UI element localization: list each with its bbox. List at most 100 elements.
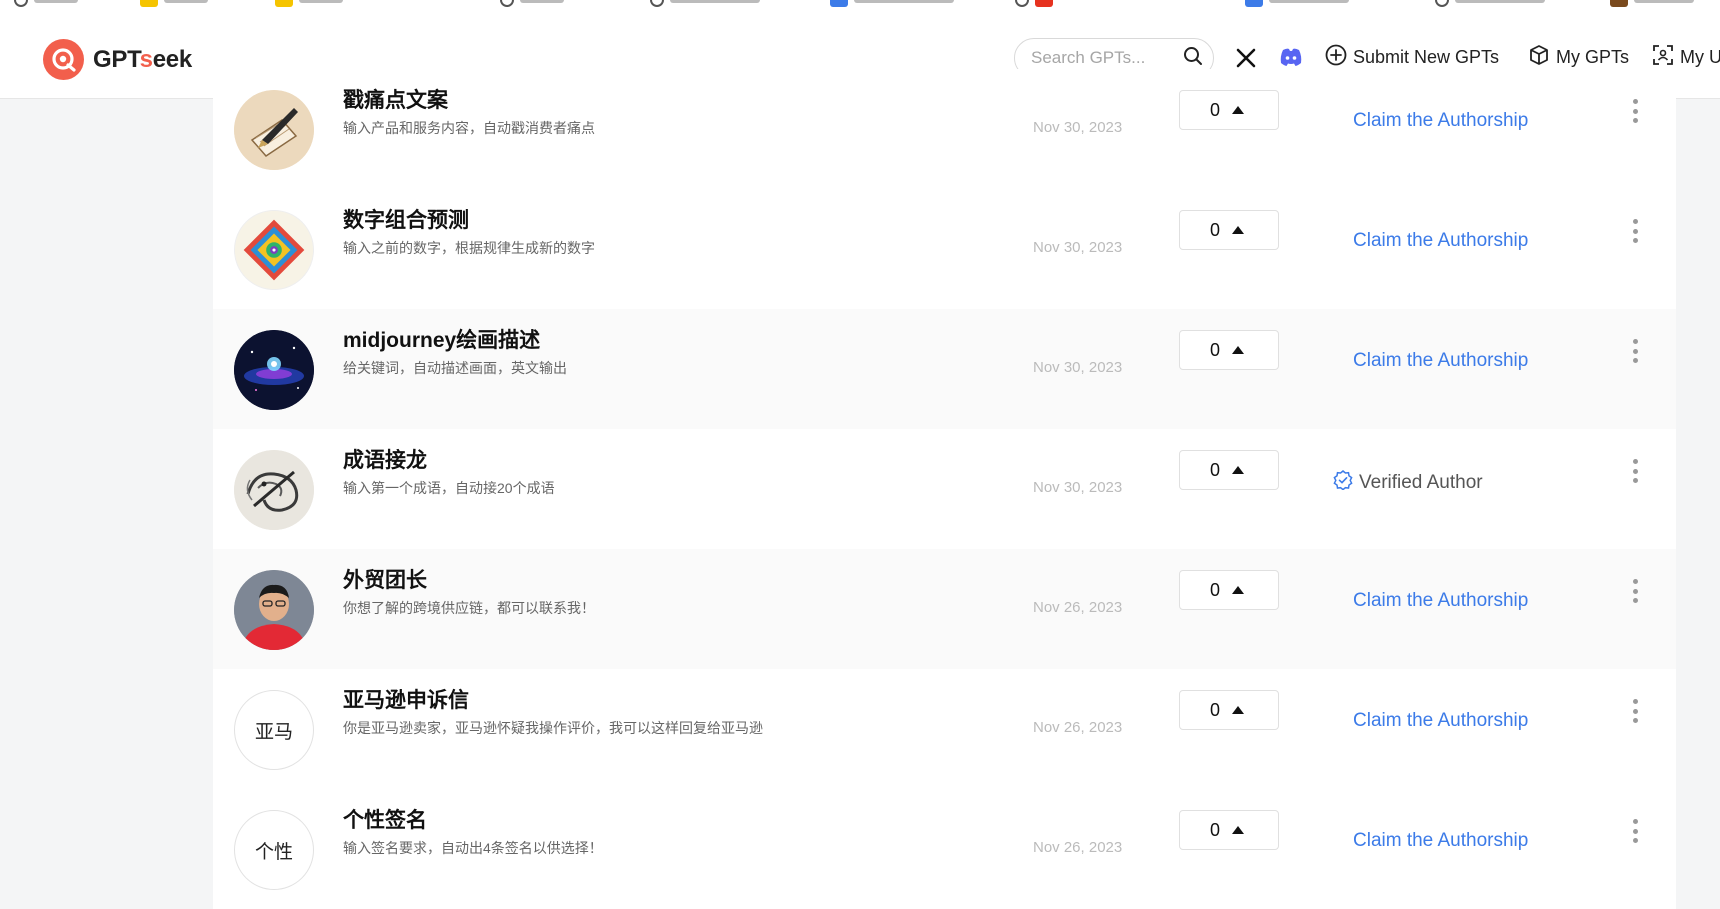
gpt-avatar[interactable] bbox=[234, 90, 314, 170]
bookmark-favicon-icon bbox=[830, 0, 848, 7]
cosmic-space-image bbox=[234, 330, 314, 410]
more-options-icon[interactable] bbox=[1625, 699, 1645, 723]
gpt-avatar[interactable] bbox=[234, 450, 314, 530]
pen-and-paper-image bbox=[234, 90, 314, 170]
more-options-icon[interactable] bbox=[1625, 339, 1645, 363]
triangle-up-icon bbox=[1232, 701, 1245, 719]
bookmark-item[interactable] bbox=[14, 0, 78, 8]
avatar-initials: 个性 bbox=[254, 841, 293, 863]
claim-authorship-link[interactable]: Claim the Authorship bbox=[1353, 590, 1528, 612]
vote-count: 0 bbox=[1210, 99, 1221, 120]
triangle-up-icon bbox=[1232, 461, 1245, 479]
gpt-description: 给关键词，自动描述画面，英文输出 bbox=[343, 360, 567, 376]
bookmark-favicon-icon bbox=[1245, 0, 1263, 7]
logo[interactable]: GPTseek bbox=[43, 39, 192, 80]
gpt-title[interactable]: 外贸团长 bbox=[343, 564, 427, 594]
gpt-description: 输入之前的数字，根据规律生成新的数字 bbox=[343, 240, 595, 256]
upvote-button[interactable]: 0 bbox=[1179, 690, 1279, 730]
search-input[interactable] bbox=[1029, 47, 1183, 69]
my-u-label: My U bbox=[1680, 47, 1720, 67]
bookmark-item[interactable] bbox=[1245, 0, 1349, 8]
gpt-description: 输入产品和服务内容，自动戳消费者痛点 bbox=[343, 120, 595, 136]
vote-count: 0 bbox=[1210, 459, 1221, 480]
verified-badge-icon bbox=[1333, 470, 1353, 496]
gpt-avatar[interactable]: 个性 bbox=[234, 810, 314, 890]
gpt-date: Nov 30, 2023 bbox=[1033, 239, 1123, 256]
upvote-button[interactable]: 0 bbox=[1179, 90, 1279, 130]
gpt-row: 外贸团长 你想了解的跨境供应链，都可以联系我！ Nov 26, 2023 0 C… bbox=[213, 549, 1676, 669]
bookmark-item[interactable] bbox=[1610, 0, 1694, 8]
gpt-title[interactable]: 个性签名 bbox=[343, 804, 427, 834]
globe-icon bbox=[14, 0, 28, 7]
plus-circle-icon bbox=[1325, 44, 1347, 71]
upvote-button[interactable]: 0 bbox=[1179, 450, 1279, 490]
bookmarks-bar bbox=[0, 0, 1720, 19]
gpt-avatar[interactable] bbox=[234, 330, 314, 410]
claim-authorship-link[interactable]: Claim the Authorship bbox=[1353, 830, 1528, 852]
gpt-title[interactable]: 戳痛点文案 bbox=[343, 84, 448, 114]
bookmark-item[interactable] bbox=[500, 0, 564, 8]
gpt-avatar[interactable]: 亚马 bbox=[234, 690, 314, 770]
search-icon[interactable] bbox=[1183, 46, 1203, 71]
gpt-title[interactable]: 成语接龙 bbox=[343, 444, 427, 474]
claim-authorship-link[interactable]: Claim the Authorship bbox=[1353, 350, 1528, 372]
vote-count: 0 bbox=[1210, 699, 1221, 720]
my-gpts-link[interactable]: My GPTs bbox=[1528, 44, 1629, 71]
gpt-row: 个性 个性签名 输入签名要求，自动出4条签名以供选择！ Nov 26, 2023… bbox=[213, 789, 1676, 909]
vote-count: 0 bbox=[1210, 339, 1221, 360]
gpt-title[interactable]: 亚马逊申诉信 bbox=[343, 684, 469, 714]
bookmark-item[interactable] bbox=[275, 0, 343, 8]
gpt-avatar[interactable] bbox=[234, 210, 314, 290]
claim-authorship-link[interactable]: Claim the Authorship bbox=[1353, 230, 1528, 252]
claim-authorship-link[interactable]: Claim the Authorship bbox=[1353, 710, 1528, 732]
globe-icon bbox=[1015, 0, 1029, 7]
gpt-description: 你想了解的跨境供应链，都可以联系我！ bbox=[343, 600, 595, 616]
upvote-button[interactable]: 0 bbox=[1179, 810, 1279, 850]
submit-new-gpts-link[interactable]: Submit New GPTs bbox=[1325, 44, 1499, 71]
gpt-row: 数字组合预测 输入之前的数字，根据规律生成新的数字 Nov 30, 2023 0… bbox=[213, 189, 1676, 309]
verified-author-label: Verified Author bbox=[1359, 472, 1483, 493]
gpt-date: Nov 30, 2023 bbox=[1033, 359, 1123, 376]
vote-count: 0 bbox=[1210, 579, 1221, 600]
more-options-icon[interactable] bbox=[1625, 459, 1645, 483]
claim-authorship-link[interactable]: Claim the Authorship bbox=[1353, 110, 1528, 132]
upvote-button[interactable]: 0 bbox=[1179, 330, 1279, 370]
triangle-up-icon bbox=[1232, 341, 1245, 359]
gpt-date: Nov 26, 2023 bbox=[1033, 719, 1123, 736]
colorful-geometric-mandala-image bbox=[235, 211, 313, 289]
logo-text: GPTseek bbox=[93, 45, 192, 73]
bookmark-item[interactable] bbox=[650, 0, 760, 8]
triangle-up-icon bbox=[1232, 101, 1245, 119]
more-options-icon[interactable] bbox=[1625, 819, 1645, 843]
scan-icon bbox=[1652, 44, 1674, 71]
gpt-date: Nov 30, 2023 bbox=[1033, 119, 1123, 136]
gpt-date: Nov 26, 2023 bbox=[1033, 599, 1123, 616]
bookmark-item[interactable] bbox=[1435, 0, 1545, 8]
globe-icon bbox=[650, 0, 664, 7]
upvote-button[interactable]: 0 bbox=[1179, 210, 1279, 250]
gpt-row: 亚马 亚马逊申诉信 你是亚马逊卖家，亚马逊怀疑我操作评价，我可以这样回复给亚马逊… bbox=[213, 669, 1676, 789]
gpt-description: 你是亚马逊卖家，亚马逊怀疑我操作评价，我可以这样回复给亚马逊 bbox=[343, 720, 763, 736]
my-u-link[interactable]: My U bbox=[1652, 44, 1720, 71]
gptseek-logo-icon bbox=[43, 39, 84, 80]
person-photo-image bbox=[234, 570, 314, 650]
bookmark-item[interactable] bbox=[1015, 0, 1053, 8]
bookmark-favicon-icon bbox=[140, 0, 158, 7]
triangle-up-icon bbox=[1232, 821, 1245, 839]
vote-count: 0 bbox=[1210, 219, 1221, 240]
bookmark-item[interactable] bbox=[830, 0, 954, 8]
bookmark-favicon-icon bbox=[1035, 0, 1053, 7]
gpt-title[interactable]: 数字组合预测 bbox=[343, 204, 469, 234]
gpt-row: 成语接龙 输入第一个成语，自动接20个成语 Nov 30, 2023 0 Ver… bbox=[213, 429, 1676, 549]
upvote-button[interactable]: 0 bbox=[1179, 570, 1279, 610]
gpt-avatar[interactable] bbox=[234, 570, 314, 650]
box-icon bbox=[1528, 44, 1550, 71]
bookmark-item[interactable] bbox=[140, 0, 208, 8]
gpt-date: Nov 26, 2023 bbox=[1033, 839, 1123, 856]
more-options-icon[interactable] bbox=[1625, 99, 1645, 123]
bookmark-favicon-icon bbox=[1610, 0, 1628, 7]
gpt-title[interactable]: midjourney绘画描述 bbox=[343, 324, 540, 354]
more-options-icon[interactable] bbox=[1625, 579, 1645, 603]
dragon-sketch-image bbox=[234, 450, 314, 530]
more-options-icon[interactable] bbox=[1625, 219, 1645, 243]
